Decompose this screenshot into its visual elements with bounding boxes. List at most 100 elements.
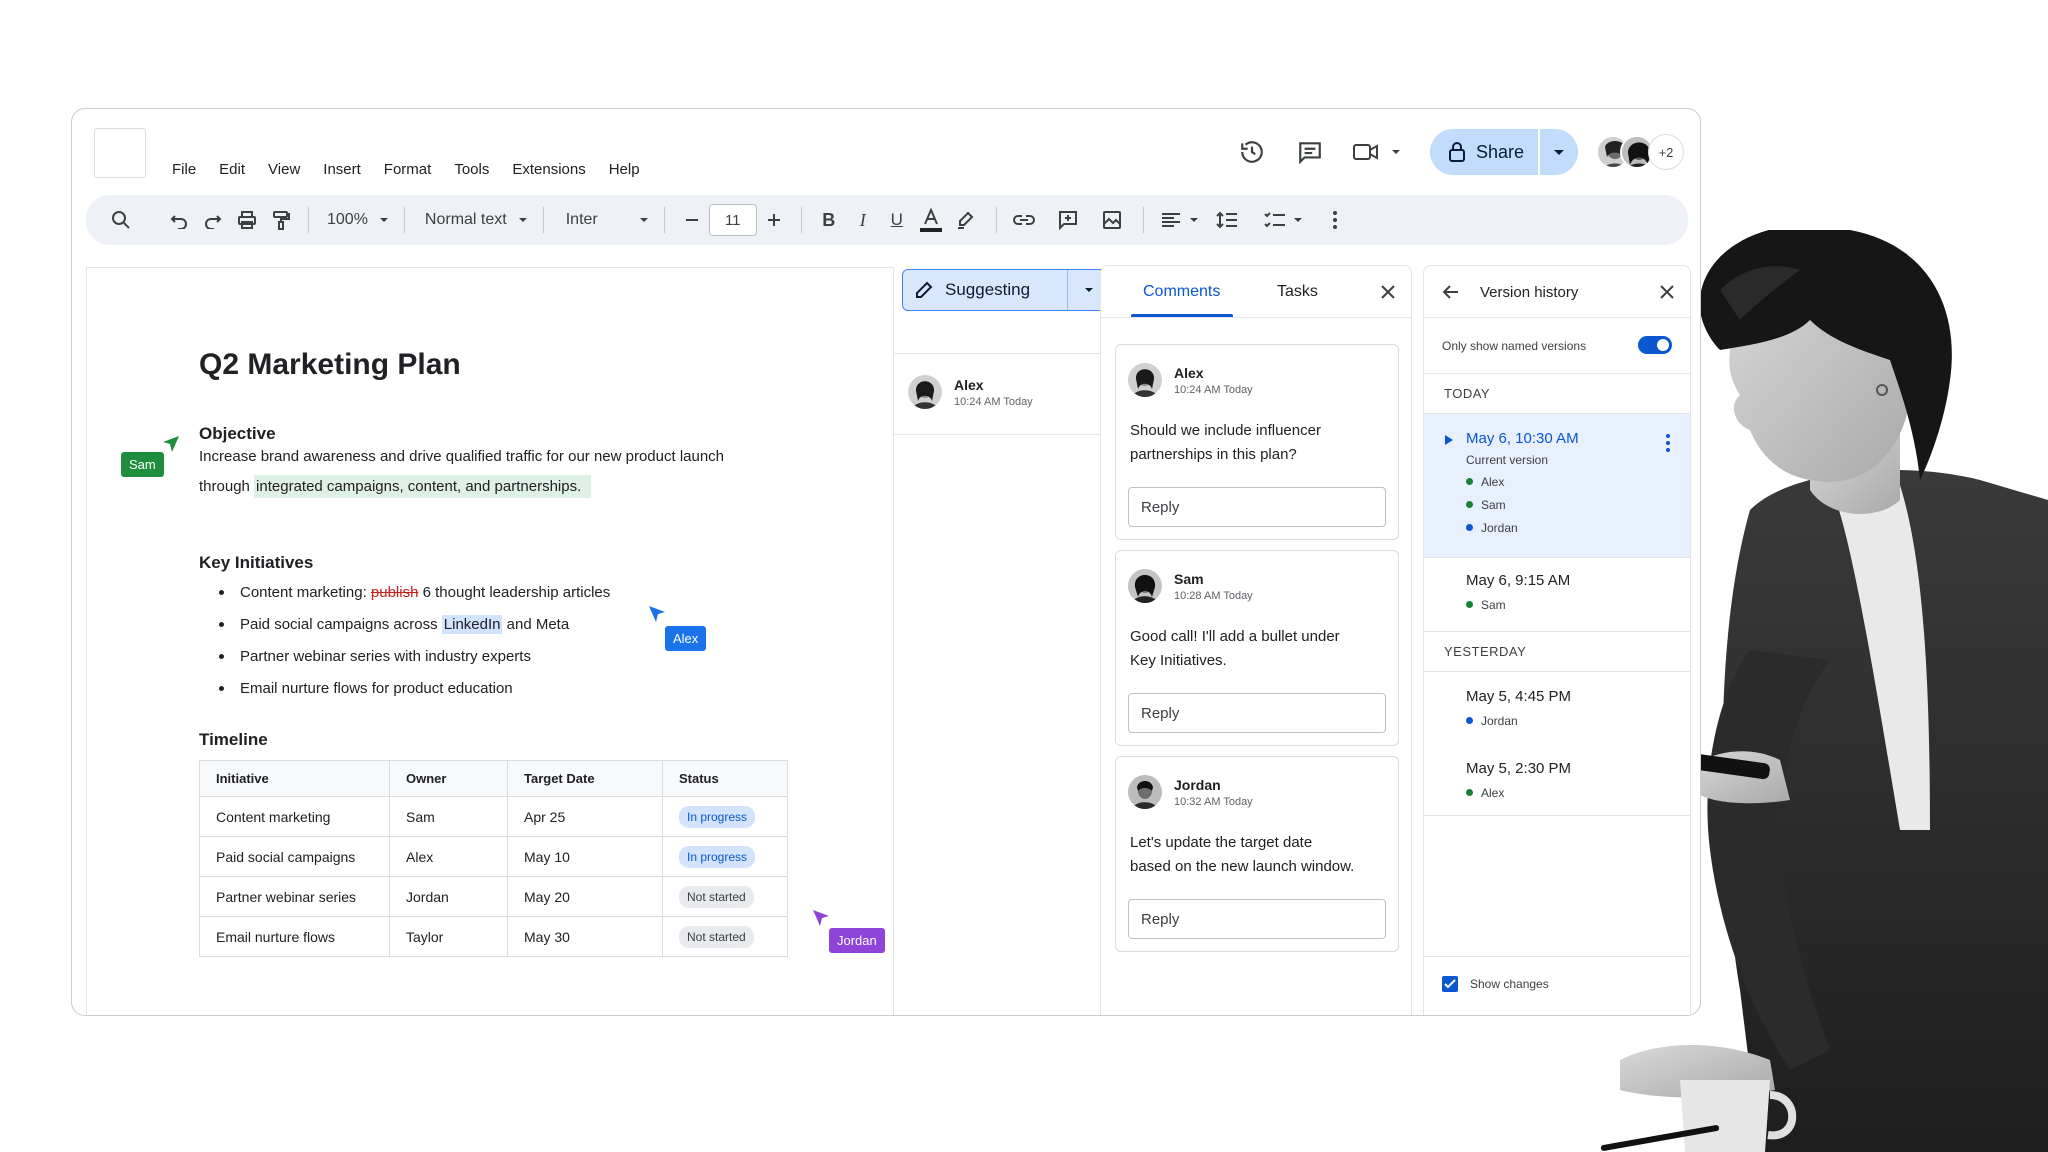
table-cell[interactable]: Partner webinar series xyxy=(199,876,390,917)
selected-text[interactable]: LinkedIn xyxy=(441,614,503,634)
version-item[interactable]: May 5, 2:30 PM Alex xyxy=(1424,744,1690,816)
named-versions-row: Only show named versions xyxy=(1424,318,1690,374)
menu-help[interactable]: Help xyxy=(609,161,640,178)
menu-format[interactable]: Format xyxy=(384,161,432,178)
version-item[interactable]: May 5, 4:45 PM Jordan xyxy=(1424,672,1690,744)
table-cell[interactable]: May 10 xyxy=(507,836,663,877)
comment-card[interactable]: Alex 10:24 AM Today Should we include inf… xyxy=(1115,344,1399,540)
table-cell[interactable]: Sam xyxy=(389,796,508,837)
redo-icon[interactable] xyxy=(196,203,230,237)
link-icon[interactable] xyxy=(1007,203,1041,237)
table-cell[interactable]: Email nurture flows xyxy=(199,916,390,957)
suggesting-mode-button[interactable]: Suggesting xyxy=(902,269,1110,311)
table-cell[interactable]: Taylor xyxy=(389,916,508,957)
italic-icon[interactable]: I xyxy=(846,203,880,237)
close-icon[interactable] xyxy=(1656,281,1678,303)
decrease-font-size-icon[interactable] xyxy=(675,203,709,237)
chevron-down-icon xyxy=(518,218,527,222)
version-item-selected[interactable]: May 6, 10:30 AM Current version Alex Sam… xyxy=(1424,414,1690,558)
table-cell[interactable]: Paid social campaigns xyxy=(199,836,390,877)
version-user: Alex xyxy=(1466,470,1579,493)
objective-prefix: through xyxy=(199,478,255,495)
table-cell[interactable]: May 30 xyxy=(507,916,663,957)
underline-icon[interactable]: U xyxy=(880,203,914,237)
version-user: Jordan xyxy=(1466,516,1579,539)
increase-font-size-icon[interactable] xyxy=(757,203,791,237)
text-color-icon[interactable] xyxy=(914,203,948,237)
bold-icon[interactable]: B xyxy=(812,203,846,237)
version-item[interactable]: May 6, 9:15 AM Sam xyxy=(1424,558,1690,632)
print-icon[interactable] xyxy=(230,203,264,237)
chevron-down-icon[interactable] xyxy=(1188,214,1200,226)
suggested-deletion[interactable]: publish xyxy=(371,584,419,601)
alex-cursor-arrow-icon xyxy=(649,606,665,622)
suggestion-author[interactable]: Alex 10:24 AM Today xyxy=(908,375,1033,409)
highlight-icon[interactable] xyxy=(948,203,982,237)
zoom-select[interactable]: 100% xyxy=(327,211,390,229)
menu-file[interactable]: File xyxy=(172,161,196,178)
close-icon[interactable] xyxy=(1377,281,1399,303)
show-changes-checkbox[interactable] xyxy=(1442,976,1458,992)
table-cell[interactable]: Not started xyxy=(662,916,788,957)
table-header: Owner xyxy=(389,760,508,797)
comment-history-icon[interactable] xyxy=(1288,130,1332,174)
reply-input[interactable]: Reply xyxy=(1128,899,1386,939)
back-arrow-icon[interactable] xyxy=(1440,281,1462,303)
comment-header: Alex 10:24 AM Today xyxy=(1128,363,1253,397)
share-dropdown[interactable] xyxy=(1538,129,1578,175)
menu-view[interactable]: View xyxy=(268,161,300,178)
table-cell[interactable]: In progress xyxy=(662,836,788,877)
paint-format-icon[interactable] xyxy=(264,203,298,237)
reply-input[interactable]: Reply xyxy=(1128,693,1386,733)
share-button[interactable]: Share xyxy=(1429,129,1578,175)
chevron-down-icon xyxy=(1391,150,1400,154)
menu-tools[interactable]: Tools xyxy=(454,161,489,178)
undo-icon[interactable] xyxy=(162,203,196,237)
comments-tabs: Comments Tasks xyxy=(1101,266,1411,318)
show-changes-option[interactable]: Show changes xyxy=(1442,976,1549,992)
chevron-down-icon[interactable] xyxy=(1292,214,1304,226)
avatar xyxy=(1128,363,1162,397)
reply-input[interactable]: Reply xyxy=(1128,487,1386,527)
menu-extensions[interactable]: Extensions xyxy=(512,161,585,178)
expand-triangle-icon[interactable] xyxy=(1444,434,1454,446)
history-icon[interactable] xyxy=(1230,130,1274,174)
table-cell[interactable]: Alex xyxy=(389,836,508,877)
comment-card[interactable]: Jordan 10:32 AM Today Let's update the ta… xyxy=(1115,756,1399,952)
menu-edit[interactable]: Edit xyxy=(219,161,245,178)
suggested-insertion[interactable]: integrated campaigns, content, and partn… xyxy=(254,475,592,498)
font-size-input[interactable]: 11 xyxy=(708,204,757,236)
comment-time: 10:24 AM Today xyxy=(1174,383,1253,396)
style-select[interactable]: Normal text xyxy=(425,211,529,229)
collaborator-avatars[interactable]: +2 xyxy=(1596,134,1684,170)
document-page[interactable]: Q2 Marketing Plan Objective Increase bra… xyxy=(86,267,894,1015)
more-options-icon[interactable] xyxy=(1318,203,1352,237)
add-comment-icon[interactable] xyxy=(1051,203,1085,237)
more-collaborators-badge[interactable]: +2 xyxy=(1648,134,1684,170)
initiatives-list: Content marketing: publish 6 thought lea… xyxy=(199,576,610,704)
table-cell[interactable]: Jordan xyxy=(389,876,508,917)
search-icon[interactable] xyxy=(104,203,138,237)
menu-insert[interactable]: Insert xyxy=(323,161,361,178)
tab-tasks[interactable]: Tasks xyxy=(1277,283,1318,301)
comment-card[interactable]: Sam 10:28 AM Today Good call! I'll add a … xyxy=(1115,550,1399,746)
app-logo[interactable] xyxy=(94,128,146,178)
objective-line-1: Increase brand awareness and drive quali… xyxy=(199,448,725,465)
checklist-icon[interactable] xyxy=(1258,203,1292,237)
line-spacing-icon[interactable] xyxy=(1210,203,1244,237)
align-left-icon[interactable] xyxy=(1154,203,1188,237)
more-options-icon[interactable] xyxy=(1666,434,1670,452)
meet-button[interactable] xyxy=(1352,141,1404,163)
table-cell[interactable]: Content marketing xyxy=(199,796,390,837)
tab-comments[interactable]: Comments xyxy=(1143,283,1220,301)
table-cell[interactable]: May 20 xyxy=(507,876,663,917)
table-cell[interactable]: Not started xyxy=(662,876,788,917)
table-cell[interactable]: Apr 25 xyxy=(507,796,663,837)
list-item: Content marketing: publish 6 thought lea… xyxy=(199,576,610,608)
table-header: Initiative xyxy=(199,760,390,797)
font-select[interactable]: Inter xyxy=(566,211,650,229)
comment-line: based on the new launch window. xyxy=(1130,858,1355,875)
named-versions-toggle[interactable] xyxy=(1638,336,1672,354)
table-cell[interactable]: In progress xyxy=(662,796,788,837)
insert-image-icon[interactable] xyxy=(1095,203,1129,237)
